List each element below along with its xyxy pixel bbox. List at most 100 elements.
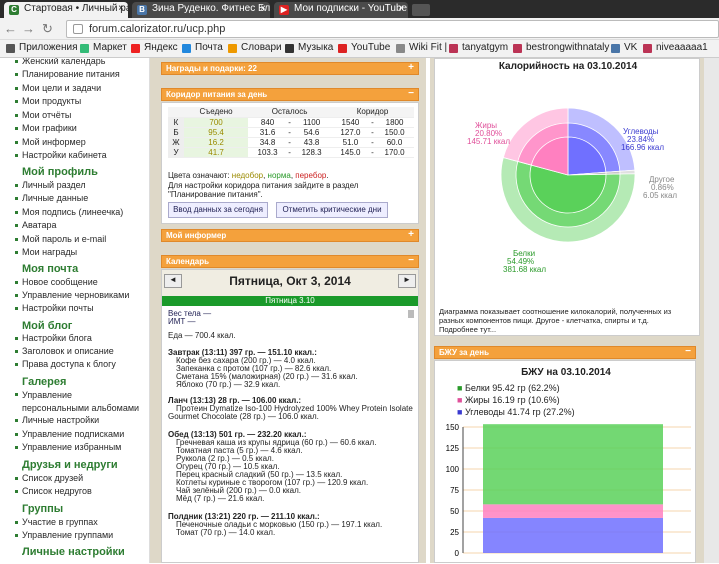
bju-chart-panel: БЖУ на 03.10.2014 ■ Белки 95.42 гр (62.2… xyxy=(434,360,696,563)
close-icon[interactable]: × xyxy=(398,3,404,14)
calories-chart-panel: Калорийность на 03.10.2014 Жиры 20.80% 1… xyxy=(434,58,700,336)
sidebar-heading-friends: Друзья и недруги xyxy=(22,459,118,471)
sidebar-heading-groups: Группы xyxy=(22,503,64,515)
enter-data-button[interactable]: Ввод данных за сегодня xyxy=(168,202,268,218)
sidebar-item[interactable]: Настройки почты xyxy=(15,303,94,313)
forward-icon[interactable]: → xyxy=(22,21,35,36)
expand-icon[interactable]: + xyxy=(408,62,414,73)
other-kcal: 6.05 ккал xyxy=(643,191,678,200)
bookmark-dictionaries[interactable]: Словари xyxy=(228,42,282,53)
sidebar-item[interactable]: Список недругов xyxy=(15,486,92,496)
calendar-bar[interactable]: Календарь − xyxy=(161,255,419,268)
bju-bar[interactable]: БЖУ за день − xyxy=(434,346,696,359)
close-icon[interactable]: × xyxy=(260,3,266,14)
sidebar-item[interactable]: Управление группами xyxy=(14,530,113,540)
sidebar-item[interactable]: Мои продукты xyxy=(14,96,81,106)
sidebar-item[interactable]: Участие в группах xyxy=(15,517,98,527)
list-item: Gourmet Chocolate (28 гр.) — 106.0 ккал. xyxy=(168,412,319,421)
sidebar-item[interactable]: Управление персональными альбомами xyxy=(15,389,140,415)
collapse-icon[interactable]: − xyxy=(408,88,414,99)
pie-note-2: разных компонентов пищи. Другое - клетча… xyxy=(439,316,649,325)
new-tab-button[interactable] xyxy=(412,4,430,16)
back-icon[interactable]: ← xyxy=(4,21,17,36)
informer-bar[interactable]: Мой информер + xyxy=(161,229,419,242)
bookmark-tanyatgym[interactable]: tanyatgym xyxy=(449,42,508,53)
expand-icon[interactable]: + xyxy=(408,229,414,240)
sidebar-item[interactable]: Моя подпись (линеечка) xyxy=(14,207,123,217)
table-row: У 41.7 103.3-128.3 145.0-170.0 xyxy=(168,147,414,158)
sidebar-heading-blog: Мой блог xyxy=(22,320,73,332)
sidebar-item[interactable]: Мои награды xyxy=(14,247,77,257)
bookmark-mail[interactable]: Почта xyxy=(182,42,223,53)
sidebar-item[interactable]: Права доступа к блогу xyxy=(15,359,116,369)
sidebar-item[interactable]: Настройки кабинета xyxy=(15,150,107,160)
play-icon xyxy=(285,44,294,53)
sidebar-item[interactable]: Мои цели и задачи xyxy=(14,83,101,93)
sidebar-item[interactable]: Заголовок и описание xyxy=(15,346,114,356)
legend-carb: ■ Углеводы 41.74 гр (27.2%) xyxy=(457,407,575,417)
sidebar-item[interactable]: Управление черновиками xyxy=(14,290,129,300)
table-row: Б 95.4 31.6-54.6 127.0-150.0 xyxy=(168,127,414,138)
sidebar-item[interactable]: Настройки блога xyxy=(15,333,92,343)
collapse-icon[interactable]: − xyxy=(408,255,414,266)
sidebar-item[interactable]: Планирование питания xyxy=(15,69,120,79)
url-field[interactable]: forum.calorizator.ru/ucp.php xyxy=(66,20,719,38)
mark-critical-days-button[interactable]: Отметить критические дни xyxy=(276,202,388,218)
fat-kcal: 145.71 ккал xyxy=(467,137,510,146)
sidebar-item[interactable]: Аватара xyxy=(15,220,57,230)
collapse-icon[interactable]: − xyxy=(685,346,691,357)
legend-fat: ■ Жиры 16.19 гр (10.6%) xyxy=(457,395,560,405)
sidebar-item[interactable]: Мои графики xyxy=(15,123,77,133)
sidebar-item[interactable]: Мои отчёты xyxy=(14,110,71,120)
bookmark-wiki[interactable]: Wiki Fit | xyxy=(396,42,447,53)
list-item: Яблоко (70 гр.) — 32.9 ккал. xyxy=(176,380,281,389)
bookmark-music[interactable]: Музыка xyxy=(285,42,333,53)
sidebar-item[interactable]: Новое сообщение xyxy=(15,277,98,287)
instagram-icon xyxy=(643,44,652,53)
sidebar-item[interactable]: Личные настройки xyxy=(14,415,99,425)
sidebar-item[interactable]: Личный раздел xyxy=(15,180,86,190)
bju-title: БЖУ на 03.10.2014 xyxy=(521,367,611,378)
bookmark-yandex[interactable]: Яндекс xyxy=(131,42,178,53)
tab-blog[interactable]: B Зина Руденко. Фитнес Бл × xyxy=(132,2,270,18)
dictionary-icon xyxy=(228,44,237,53)
col-left: Осталось xyxy=(248,107,332,118)
bju-bar-chart: 150 125 100 75 50 25 0 xyxy=(446,423,691,558)
page-icon xyxy=(73,24,83,34)
close-icon[interactable]: × xyxy=(118,3,124,14)
corridor-bar[interactable]: Коридор питания за день − xyxy=(161,88,419,101)
table-row: Ж 16.2 34.8-43.8 51.0-60.0 xyxy=(168,137,414,148)
sidebar-item[interactable]: Мой пароль и e-mail xyxy=(14,234,106,244)
sidebar-item[interactable]: Личные данные xyxy=(14,193,88,203)
bar-Жиры xyxy=(483,504,663,518)
list-item: Мёд (7 гр.) — 21.6 ккал. xyxy=(176,494,265,503)
bookmark-niveaaaaa1[interactable]: niveaaaaa1 xyxy=(643,42,708,53)
food-total: Еда — 700.4 ккал. xyxy=(168,331,236,340)
reload-icon[interactable]: ↻ xyxy=(42,21,53,37)
sidebar-item[interactable]: Список друзей xyxy=(14,473,83,483)
tab-start[interactable]: C Стартовая • Личный разд × xyxy=(4,2,128,18)
bookmark-vk[interactable]: VK xyxy=(611,42,637,53)
y-tick-label: 100 xyxy=(446,465,460,474)
bookmark-market[interactable]: Маркет xyxy=(80,42,127,53)
sidebar-item[interactable]: Мой информер xyxy=(15,137,86,147)
pie-more-link[interactable]: Подробнее тут... xyxy=(439,325,496,334)
y-tick-label: 0 xyxy=(455,549,460,558)
bookmark-youtube[interactable]: YouTube xyxy=(338,42,390,53)
sidebar-item[interactable]: Женский календарь xyxy=(15,58,106,66)
sidebar-item[interactable]: Управление избранным xyxy=(14,442,121,452)
corridor-panel: Съедено Осталось Коридор К 700 840-1100 154… xyxy=(161,102,419,224)
next-day-button[interactable]: ► xyxy=(398,274,416,288)
awards-bar[interactable]: Награды и подарки: 22 + xyxy=(161,62,419,75)
prev-day-button[interactable]: ◄ xyxy=(164,274,182,288)
pie-note: Диаграмма показывает соотношение килокал… xyxy=(439,307,672,316)
bookmark-apps[interactable]: Приложения xyxy=(6,42,78,53)
tab-youtube[interactable]: ▶ Мои подписки - YouTube × xyxy=(274,2,408,18)
diary-entries: Вес тела — ИМТ — Еда — 700.4 ккал. Завтр… xyxy=(162,306,418,562)
bookmark-bestrong[interactable]: bestrongwithnataly xyxy=(513,42,609,53)
page-scrollbar[interactable] xyxy=(704,58,719,563)
vk-icon xyxy=(611,44,620,53)
scroll-handle[interactable] xyxy=(408,310,414,318)
right-column: Калорийность на 03.10.2014 Жиры 20.80% 1… xyxy=(430,58,719,563)
sidebar-item[interactable]: Управление подписками xyxy=(14,429,124,439)
